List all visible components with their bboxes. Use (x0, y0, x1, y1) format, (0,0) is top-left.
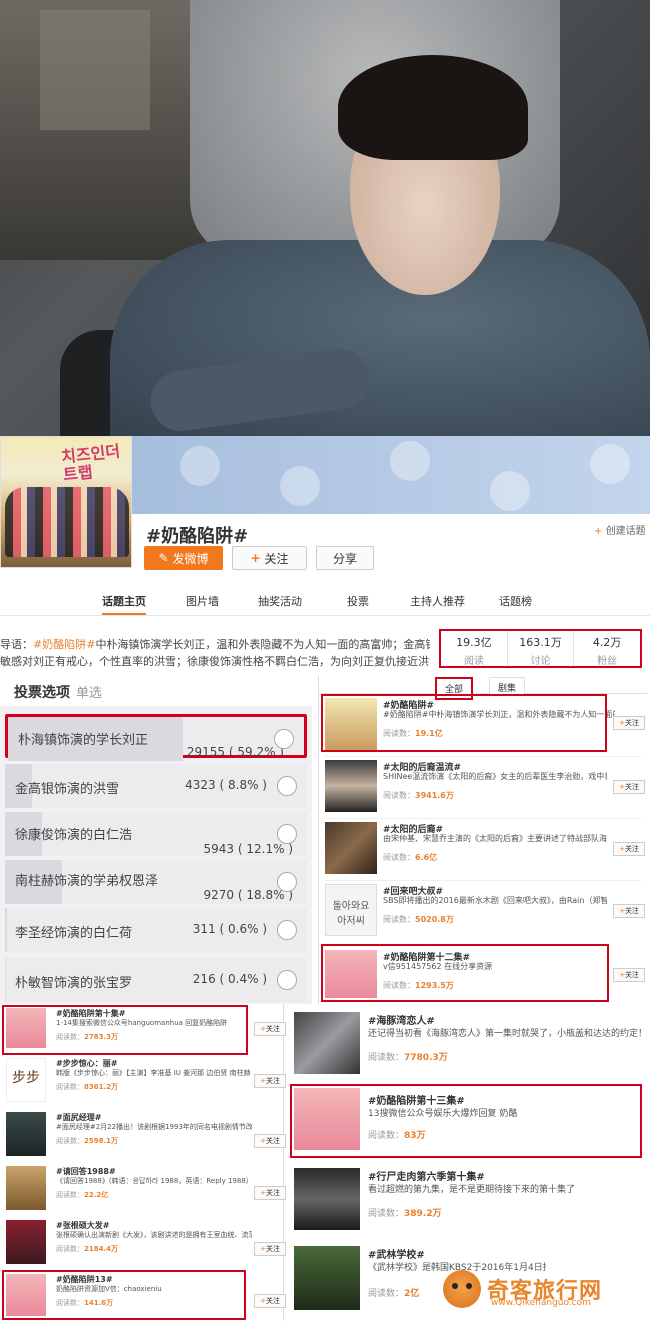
plus-icon: + (250, 551, 261, 565)
follow-button[interactable]: +关注 (613, 904, 645, 918)
follow-button[interactable]: +关注 (254, 1242, 286, 1256)
stat-discussions: 163.1万 讨论 (508, 631, 575, 667)
hero-photo (0, 0, 650, 436)
list-item[interactable]: #行尸走肉第六季第十集# 看过超燃的第九集，是不是更期待接下来的第十集了 阅读数… (294, 1168, 650, 1230)
topic-intro: 导语：#奶酪陷阱#中朴海镇饰演学长刘正，温和外表隐藏不为人知一面的高富帅；金高银… (0, 638, 430, 668)
thumbnail-image (294, 1168, 360, 1230)
vote-option[interactable]: 朴海镇饰演的学长刘正 29155 ( 59.2% ) (5, 714, 307, 761)
follow-button[interactable]: +关注 (613, 842, 645, 856)
radio-icon[interactable] (277, 920, 297, 940)
mascot-icon (443, 1270, 481, 1308)
list-item[interactable]: 돌아와요 아저씨 #回来吧大叔# SBS即将播出的2016最新水木剧《回来吧大叔》… (325, 884, 645, 938)
follow-button[interactable]: +关注 (613, 780, 645, 794)
share-button[interactable]: 分享 (316, 546, 374, 570)
tab-lottery[interactable]: 抽奖活动 (258, 593, 302, 609)
topic-poster-image[interactable]: 치즈인더트랩 (0, 436, 132, 568)
follow-button[interactable]: +关注 (254, 1022, 286, 1036)
follow-button[interactable]: +关注 (254, 1186, 286, 1200)
list-item[interactable]: #太阳的后裔温流# SHINee温流饰演《太阳的后裔》女主的后辈医生李治勋，戏中… (325, 760, 645, 814)
tab-home[interactable]: 话题主页 (102, 593, 146, 615)
thumbnail-image (294, 1012, 360, 1074)
stat-reads: 19.3亿 阅读 (441, 631, 508, 667)
thumbnail-image: 步步 (6, 1058, 46, 1102)
follow-button[interactable]: +关注 (613, 716, 645, 730)
vote-type: 单选 (76, 686, 103, 701)
hot-topic-list: 全部 剧集 #奶酪陷阱# #奶酪陷阱#中朴海镇饰演学长刘正，温和外表隐藏不为人知… (318, 676, 647, 1004)
thumbnail-image (325, 760, 377, 812)
vote-title: 投票选项 (14, 685, 70, 701)
follow-button[interactable]: +关注 (613, 968, 645, 982)
thumbnail-image (325, 822, 377, 874)
list-item[interactable]: 步步 #步步惊心：丽# 韩版《步步惊心：丽》【主演】李准基 IU 姜河那 边伯贤… (6, 1058, 286, 1108)
edit-icon: ✎ (158, 551, 169, 565)
page-title: #奶酪陷阱# (146, 526, 249, 547)
tab-vote[interactable]: 投票 (347, 593, 369, 609)
tab-topic-rank[interactable]: 话题榜 (499, 593, 532, 609)
vote-option[interactable]: 金高银饰演的洪雪 4323 ( 8.8% ) (5, 764, 307, 808)
vote-option[interactable]: 南柱赫饰演的学弟权恩泽 9270 ( 18.8% ) (5, 860, 307, 904)
tab-pictures[interactable]: 图片墙 (186, 593, 219, 609)
plus-icon: + (594, 526, 603, 537)
follow-button[interactable]: +关注 (254, 1074, 286, 1088)
radio-icon[interactable] (277, 872, 297, 892)
post-weibo-button[interactable]: ✎ 发微博 (144, 546, 223, 570)
topic-tabs: 话题主页 图片墙 抽奖活动 投票 主持人推荐 话题榜 (0, 588, 650, 616)
radio-icon[interactable] (274, 729, 294, 749)
topic-stats: 19.3亿 阅读 163.1万 讨论 4.2万 粉丝 (439, 629, 642, 668)
list-item[interactable]: #海豚湾恋人# 还记得当初看《海豚湾恋人》第一集时就哭了，小瓶盖和达达的约定！ … (294, 1012, 650, 1074)
thumbnail-image (6, 1112, 46, 1156)
thumbnail-image (294, 1246, 360, 1310)
list-item[interactable]: #面尻经理# #面尻经理#2月22播出！该剧根据1993年的同名电视剧情节改编，… (6, 1112, 286, 1162)
radio-icon[interactable] (277, 970, 297, 990)
thumbnail-image (6, 1166, 46, 1210)
list-item[interactable]: #张根硕大发# 张根硕确认出演新剧《大发》，该剧讲述的是拥有王室血统、流落民间.… (6, 1220, 286, 1270)
stat-fans: 4.2万 粉丝 (592, 636, 622, 667)
tab-host-picks[interactable]: 主持人推荐 (410, 593, 465, 609)
vote-option[interactable]: 朴敏智饰演的张宝罗 216 ( 0.4% ) (5, 958, 307, 1002)
vote-option[interactable]: 李圣经饰演的白仁荷 311 ( 0.6% ) (5, 908, 307, 952)
radio-icon[interactable] (277, 824, 297, 844)
follow-button[interactable]: +关注 (254, 1294, 286, 1308)
radio-icon[interactable] (277, 776, 297, 796)
thumbnail-image: 돌아와요 아저씨 (325, 884, 377, 936)
follow-button[interactable]: +关注 (232, 546, 307, 570)
thumbnail-image (6, 1220, 46, 1264)
follow-button[interactable]: +关注 (254, 1134, 286, 1148)
vote-panel: 投票选项 单选 朴海镇饰演的学长刘正 29155 ( 59.2% ) 金高银饰演的洪… (0, 676, 312, 1004)
site-watermark-logo: 奇客旅行网 www.Qikehanguo.com (443, 1264, 650, 1314)
list-item[interactable]: #太阳的后裔# 由宋仲基、宋慧乔主演的《太阳的后裔》主要讲述了特战部队海外派兵组… (325, 822, 645, 876)
left-topic-list: #奶酪陷阱第十集# 1-14集搜索微信公众号hanguomanhua 回复奶酪陷… (0, 1004, 286, 1321)
list-item[interactable]: #请回答1988# 《请回答1988》(韩语：응답하라 1988，英语：Repl… (6, 1166, 286, 1216)
vote-option[interactable]: 徐康俊饰演的白仁浩 5943 ( 12.1% ) (5, 812, 307, 856)
create-topic-link[interactable]: + 创建话题 (594, 522, 646, 537)
